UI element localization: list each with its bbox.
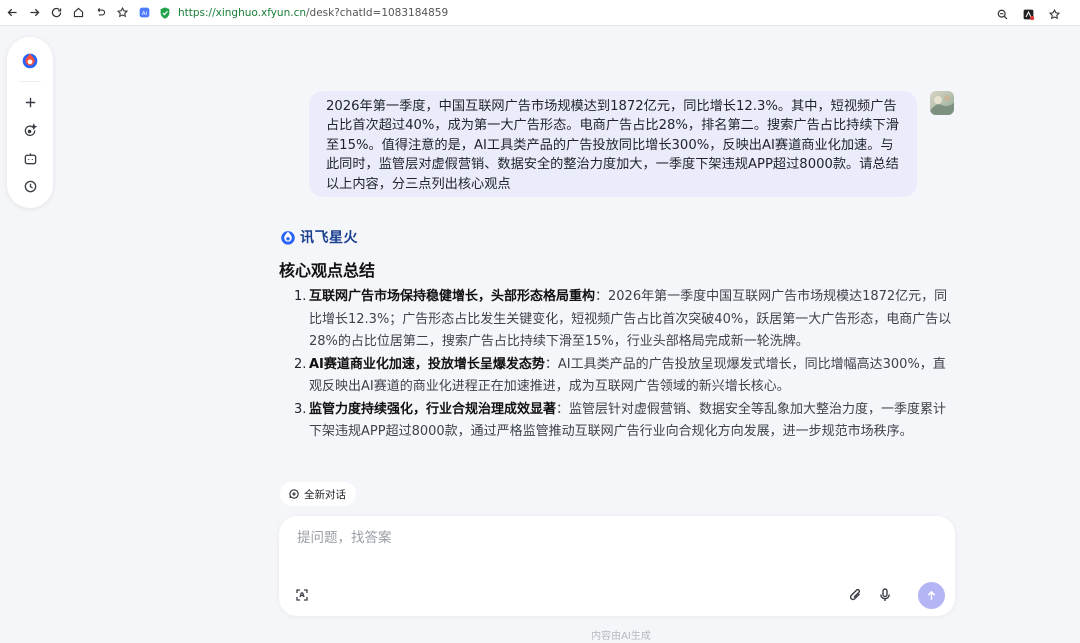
question-input[interactable] [297,526,897,550]
send-button[interactable] [918,582,945,609]
xinghuo-logo-icon[interactable] [19,49,41,71]
microphone-icon[interactable] [877,587,893,603]
ai-generated-note: 内容由AI生成 [591,631,651,642]
bot-brand: 讯飞星火 [279,226,358,248]
new-chat-icon [289,489,299,499]
home-icon[interactable] [68,3,88,23]
undo-icon[interactable] [90,3,110,23]
list-item: 1. 互联网广告市场保持稳健增长，头部形态格局重构：2026年第一季度中国互联网广… [294,289,952,349]
history-icon[interactable] [15,172,45,200]
new-chat-button[interactable]: 全新对话 [280,482,356,506]
arrow-up-icon [927,590,936,600]
translate-icon[interactable] [1018,4,1038,24]
answer-list: 1. 互联网广告市场保持稳健增长，头部形态格局重构：2026年第一季度中国互联网广… [294,286,956,444]
list-item-heading: AI赛道商业化加速，投放增长呈爆发态势 [309,356,545,372]
zoom-icon[interactable] [992,4,1012,24]
new-chat-label: 全新对话 [304,488,346,501]
bookmark-star-icon[interactable] [112,3,132,23]
attachment-icon[interactable] [848,587,864,603]
xinghuo-brand-icon [281,231,295,245]
url-text: https://xinghuo.xfyun.cn/desk?chatId=108… [178,7,449,19]
agent-icon[interactable] [15,116,45,144]
list-item-heading: 监管力度持续强化，行业合规治理成效显著 [309,401,557,417]
reload-icon[interactable] [46,3,66,23]
ai-tools-icon[interactable] [294,587,310,603]
list-item: 3. 监管力度持续强化，行业合规治理成效显著：监管层针对虚假营销、数据安全等乱象加… [294,401,947,440]
user-message-bubble: 2026年第一季度，中国互联网广告市场规模达到1872亿元，同比增长12.3%。… [309,91,917,197]
list-item-heading: 互联网广告市场保持稳健增长，头部形态格局重构 [309,289,596,304]
left-sidebar [7,37,53,208]
svg-text:Ai: Ai [141,11,147,17]
back-icon[interactable] [2,3,22,23]
user-avatar [930,91,954,115]
list-item: 2. AI赛道商业化加速，投放增长呈爆发态势：AI工具类产品的广告投放呈现爆发式增… [294,356,946,395]
browser-toolbar: Ai https://xinghuo.xfyun.cn/desk?chatId=… [0,0,1080,26]
rail-divider [19,81,41,82]
bot-name: 讯飞星火 [300,230,358,246]
address-bar[interactable]: https://xinghuo.xfyun.cn/desk?chatId=108… [150,3,1030,23]
favorite-star-icon[interactable] [1044,4,1064,24]
bot-icon[interactable] [15,144,45,172]
shield-icon [160,7,170,19]
forward-icon[interactable] [24,3,44,23]
new-chat-plus-icon[interactable] [15,88,45,116]
answer-title: 核心观点总结 [279,261,376,280]
composer [279,516,955,616]
